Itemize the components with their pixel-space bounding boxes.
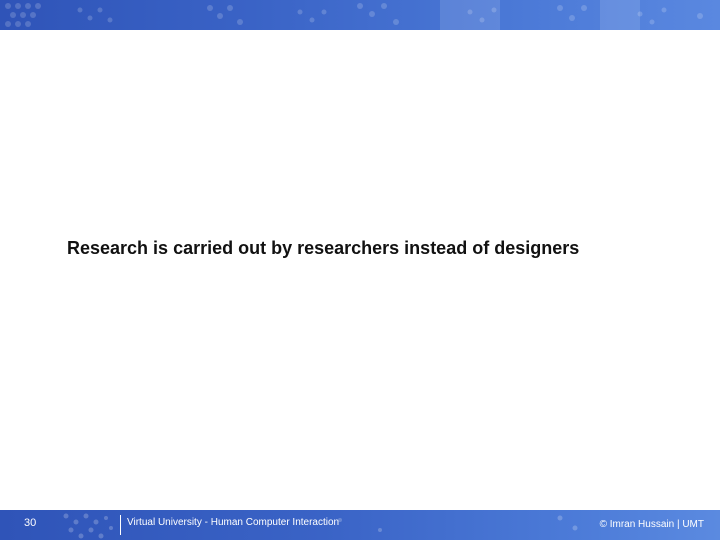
- top-banner: [0, 0, 720, 30]
- footer-credit: © Imran Hussain | UMT: [599, 519, 704, 530]
- footer-course-title: Virtual University - Human Computer Inte…: [127, 517, 340, 528]
- footer-divider: [120, 515, 121, 535]
- banner-decoration: [5, 0, 703, 30]
- slide-number: 30: [24, 517, 37, 529]
- slide-main-text: Research is carried out by researchers i…: [67, 238, 580, 258]
- slide: Research is carried out by researchers i…: [0, 0, 720, 540]
- footer-bar: 30 Virtual University - Human Computer I…: [0, 510, 720, 540]
